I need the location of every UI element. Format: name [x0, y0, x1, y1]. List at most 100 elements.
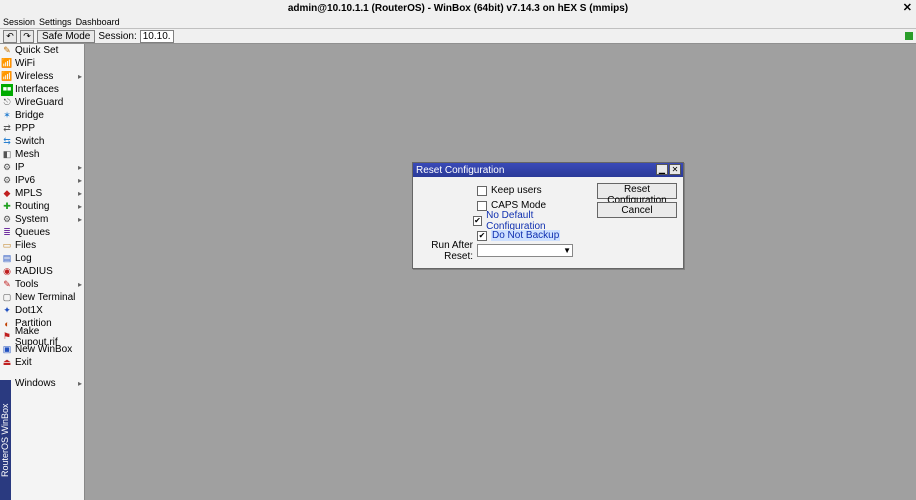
sidebar-item-label: Queues — [15, 227, 50, 238]
sidebar-item-label: Dot1X — [15, 305, 43, 316]
sidebar-item-quick-set[interactable]: ✎Quick Set — [0, 44, 84, 57]
new-terminal-icon: ▢ — [1, 292, 13, 304]
chevron-right-icon: ▸ — [78, 176, 82, 185]
menu-settings[interactable]: Settings — [39, 17, 72, 27]
routing-icon: ✚ — [1, 201, 13, 213]
sidebar-item-ppp[interactable]: ⇄PPP — [0, 122, 84, 135]
sidebar-item-label: Interfaces — [15, 84, 59, 95]
sidebar-item-windows[interactable]: ▣ Windows ▸ — [0, 377, 84, 390]
workspace-canvas: Reset Configuration ▁ ✕ Keep users CAPS … — [85, 44, 916, 500]
sidebar-item-exit[interactable]: ⏏Exit — [0, 356, 84, 369]
toolbar: ↶ ↷ Safe Mode Session: — [0, 29, 916, 44]
sidebar-item-label: Quick Set — [15, 45, 58, 56]
sidebar-item-label: RADIUS — [15, 266, 53, 277]
sidebar-item-label: Log — [15, 253, 32, 264]
sidebar-item-ip[interactable]: ⚙IP ▸ — [0, 161, 84, 174]
session-input[interactable] — [140, 30, 174, 43]
close-dialog-icon[interactable]: ✕ — [669, 164, 681, 175]
brand-label: RouterOS WinBox — [0, 380, 11, 500]
sidebar-item-wireguard[interactable]: ⎋WireGuard — [0, 96, 84, 109]
menu-session[interactable]: Session — [3, 17, 35, 27]
session-label: Session: — [98, 31, 136, 42]
sidebar-item-wireless[interactable]: 📶Wireless ▸ — [0, 70, 84, 83]
close-icon[interactable]: ✕ — [903, 1, 912, 14]
tools-icon: ✎ — [1, 279, 13, 291]
wireless-icon: 📶 — [1, 71, 13, 83]
minimize-icon[interactable]: ▁ — [656, 164, 668, 175]
dialog-title: Reset Configuration — [416, 165, 504, 176]
sidebar-item-new-winbox[interactable]: ▣New WinBox — [0, 343, 84, 356]
sidebar-item-system[interactable]: ⚙System▸ — [0, 213, 84, 226]
sidebar-item-switch[interactable]: ⇆Switch — [0, 135, 84, 148]
no-default-label: No Default Configuration — [486, 210, 587, 232]
chevron-right-icon: ▸ — [78, 379, 82, 388]
sidebar-item-tools[interactable]: ✎Tools ▸ — [0, 278, 84, 291]
ip-icon: ⚙ — [1, 162, 13, 174]
partition-icon: ◐ — [1, 318, 13, 330]
chevron-right-icon: ▸ — [78, 72, 82, 81]
ppp-icon: ⇄ — [1, 123, 13, 135]
dialog-titlebar[interactable]: Reset Configuration ▁ ✕ — [413, 163, 683, 177]
sidebar-item-mesh[interactable]: ◧Mesh — [0, 148, 84, 161]
chevron-right-icon: ▸ — [78, 202, 82, 211]
window-title: admin@10.10.1.1 (RouterOS) - WinBox (64b… — [288, 3, 628, 14]
chevron-right-icon: ▸ — [78, 189, 82, 198]
system-icon: ⚙ — [1, 214, 13, 226]
sidebar-item-label: WiFi — [15, 58, 35, 69]
files-icon: ▭ — [1, 240, 13, 252]
chevron-right-icon: ▸ — [78, 163, 82, 172]
radius-icon: ◉ — [1, 266, 13, 278]
sidebar-item-label: Routing — [15, 201, 49, 212]
sidebar-item-log[interactable]: ▤Log — [0, 252, 84, 265]
safe-mode-button[interactable]: Safe Mode — [37, 30, 95, 43]
cancel-button[interactable]: Cancel — [597, 202, 677, 218]
redo-button[interactable]: ↷ — [20, 30, 34, 43]
quick-set-icon: ✎ — [1, 45, 13, 57]
chevron-down-icon: ▼ — [563, 246, 571, 255]
do-not-backup-checkbox[interactable] — [477, 231, 487, 241]
window-titlebar: admin@10.10.1.1 (RouterOS) - WinBox (64b… — [0, 0, 916, 16]
sidebar-item-wifi[interactable]: 📶WiFi — [0, 57, 84, 70]
ipv6-icon: ⚙ — [1, 175, 13, 187]
sidebar-item-bridge[interactable]: ✶Bridge — [0, 109, 84, 122]
menu-dashboard[interactable]: Dashboard — [76, 17, 120, 27]
queues-icon: ≣ — [1, 227, 13, 239]
sidebar-item-label: Tools — [15, 279, 38, 290]
keep-users-checkbox[interactable] — [477, 186, 487, 196]
status-indicator-icon — [905, 32, 913, 40]
reset-configuration-button[interactable]: Reset Configuration — [597, 183, 677, 199]
sidebar-item-label: Files — [15, 240, 36, 251]
keep-users-label: Keep users — [491, 185, 542, 196]
sidebar-item-label: Wireless — [15, 71, 53, 82]
run-after-select[interactable]: ▼ — [477, 244, 573, 257]
wifi-icon: 📶 — [1, 58, 13, 70]
chevron-right-icon: ▸ — [78, 280, 82, 289]
sidebar-item-label: Bridge — [15, 110, 44, 121]
sidebar-item-label: WireGuard — [15, 97, 63, 108]
sidebar-item-mpls[interactable]: ◆MPLS▸ — [0, 187, 84, 200]
sidebar-item-new-terminal[interactable]: ▢New Terminal — [0, 291, 84, 304]
interfaces-icon: ■■ — [1, 84, 13, 96]
sidebar-item-ipv6[interactable]: ⚙IPv6▸ — [0, 174, 84, 187]
sidebar-item-label: Windows — [15, 378, 56, 389]
sidebar-item-make-supout-rif[interactable]: ⚑Make Supout.rif — [0, 330, 84, 343]
sidebar-item-label: Mesh — [15, 149, 39, 160]
undo-button[interactable]: ↶ — [3, 30, 17, 43]
make-supout-rif-icon: ⚑ — [1, 331, 13, 343]
sidebar-item-queues[interactable]: ≣Queues — [0, 226, 84, 239]
sidebar-item-label: Switch — [15, 136, 44, 147]
sidebar-item-dot1x[interactable]: ✦Dot1X — [0, 304, 84, 317]
sidebar-item-interfaces[interactable]: ■■Interfaces — [0, 83, 84, 96]
new-winbox-icon: ▣ — [1, 344, 13, 356]
mpls-icon: ◆ — [1, 188, 13, 200]
sidebar-item-routing[interactable]: ✚Routing ▸ — [0, 200, 84, 213]
sidebar-item-radius[interactable]: ◉RADIUS — [0, 265, 84, 278]
exit-icon: ⏏ — [1, 357, 13, 369]
log-icon: ▤ — [1, 253, 13, 265]
sidebar-item-label: IP — [15, 162, 24, 173]
sidebar-item-files[interactable]: ▭Files — [0, 239, 84, 252]
menubar: Session Settings Dashboard — [0, 16, 916, 29]
mesh-icon: ◧ — [1, 149, 13, 161]
dot1x-icon: ✦ — [1, 305, 13, 317]
no-default-checkbox[interactable] — [473, 216, 482, 226]
